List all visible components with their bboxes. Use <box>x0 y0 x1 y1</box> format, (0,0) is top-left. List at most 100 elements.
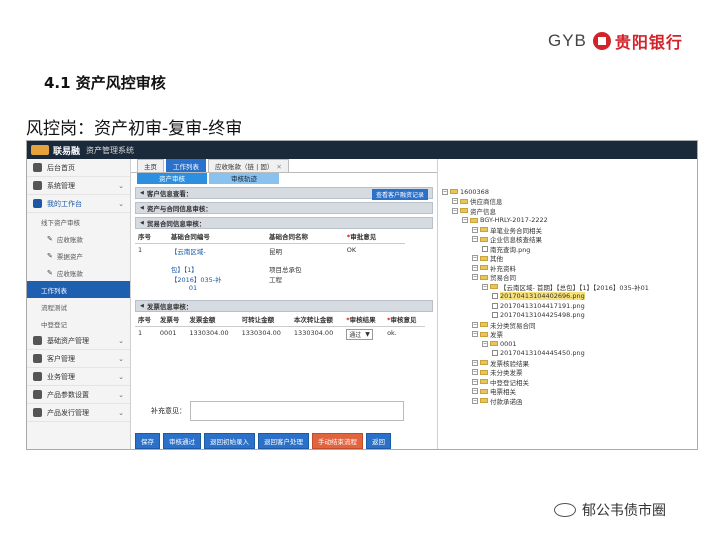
folder-icon <box>480 265 488 271</box>
tree-node-label: 发票核验结果 <box>490 359 529 368</box>
sidebar-item-home[interactable]: 后台首页 <box>27 159 130 177</box>
sidebar-item-flow-test[interactable]: 流程测试 <box>27 298 130 315</box>
tree-folder[interactable]: − 0001 <box>438 339 697 349</box>
expand-toggle-icon[interactable]: − <box>472 369 478 376</box>
tree-node-label: 20170413104445450.png <box>500 349 585 358</box>
sidebar-item-worklist[interactable]: 工作列表 <box>27 281 130 298</box>
audit-result-select[interactable]: 通过 ▼ <box>346 329 373 340</box>
tree-folder[interactable]: − 资产信息 <box>438 206 697 216</box>
expand-toggle-icon[interactable]: − <box>472 264 478 271</box>
table-header-row: 序号 发票号 发票金额 可转让金额 本次转让金额 *审核结果 *审核意见 <box>135 312 425 327</box>
tab-home[interactable]: 主页 <box>137 159 164 172</box>
tab-worklist[interactable]: 工作列表 <box>166 159 206 172</box>
tree-folder[interactable]: − 补充资料 <box>438 263 697 273</box>
expand-toggle-icon[interactable]: − <box>462 217 468 224</box>
main-panel: 主页 工作列表 应收账款（链 | 固） ✕ 资产审核 审核轨迹 ◀ 客户信息查看：… <box>131 159 437 449</box>
tree-file[interactable]: 20170413104445450.png <box>438 349 697 359</box>
contract-code-link[interactable]: 【云南区域- 包】【1】 【2016】035-补 01 <box>168 244 266 295</box>
expand-toggle-icon[interactable]: − <box>452 207 458 214</box>
tree-folder[interactable]: − 【云南区域- 首期】【总包】【1】【2016】035-补01 <box>438 282 697 292</box>
expand-toggle-icon[interactable]: − <box>472 378 478 385</box>
tree-folder[interactable]: − 未分类发票 <box>438 368 697 377</box>
sidebar-item-product-params[interactable]: 产品参数设置 ⌄ <box>27 386 130 404</box>
expand-toggle-icon[interactable]: − <box>452 198 458 205</box>
expand-toggle-icon[interactable]: − <box>472 236 478 243</box>
tree-node-label: 补充资料 <box>490 264 516 273</box>
dashboard-icon <box>33 163 42 172</box>
section-invoice-review[interactable]: ◀ 发票信息审核： <box>135 300 433 312</box>
folder-icon <box>480 274 488 280</box>
sidebar-item-business[interactable]: 业务管理 ⌄ <box>27 368 130 386</box>
tree-folder[interactable]: − 1600368 <box>438 187 697 197</box>
slide-title: 4.1 资产风控审核 <box>44 74 166 92</box>
tree-file[interactable]: 20170413104425498.png <box>438 311 697 321</box>
financing-history-button[interactable]: 查看客户融资记录 <box>371 189 428 200</box>
save-button[interactable]: 保存 <box>135 433 160 449</box>
sidebar-item-customers[interactable]: 客户管理 ⌄ <box>27 350 130 368</box>
expand-toggle-icon[interactable]: − <box>472 359 478 366</box>
tree-node-label: 供应商信息 <box>470 198 503 207</box>
column-header: 基础合同编号 <box>167 229 266 244</box>
sidebar-item-product-issue[interactable]: 产品发行管理 ⌄ <box>27 404 130 422</box>
expand-toggle-icon[interactable]: − <box>482 283 488 290</box>
tree-folder[interactable]: − 发票核验结果 <box>438 358 697 368</box>
tree-file[interactable]: 20170413104417191.png <box>438 301 697 311</box>
tree-folder[interactable]: − 发票 <box>438 330 697 339</box>
tree-folder[interactable]: − 电票相关 <box>438 387 697 396</box>
tree-file[interactable]: 南充查询.png <box>438 244 697 254</box>
wechat-icon <box>554 503 576 517</box>
expand-toggle-icon[interactable]: − <box>472 255 478 262</box>
section-customer-info[interactable]: ◀ 客户信息查看： 查看客户融资记录 <box>135 187 433 200</box>
sidebar-item-workbench[interactable]: 我的工作台 ⌄ <box>27 195 130 213</box>
tree-folder[interactable]: − 单笔业务合同相关 <box>438 225 697 235</box>
tree-folder[interactable]: − 供应商信息 <box>438 197 697 207</box>
tab-review-track[interactable]: 审核轨迹 <box>209 173 279 184</box>
tree-folder[interactable]: − 付款承诺函 <box>438 396 697 406</box>
supplement-input[interactable] <box>190 401 404 421</box>
chevron-down-icon: ▼ <box>365 331 370 338</box>
invoice-no-link[interactable]: 0001 <box>157 327 186 343</box>
back-button[interactable]: 返回 <box>366 433 391 449</box>
tree-file[interactable]: 20170413104402696.png <box>438 292 697 302</box>
return-to-customer-button[interactable]: 退回客户处理 <box>258 433 309 449</box>
sidebar-item-offline-audit[interactable]: 线下资产审核 <box>27 213 130 230</box>
folder-icon <box>480 360 488 366</box>
tree-folder[interactable]: − BGY-HRLY-2017-2222 <box>438 216 697 226</box>
tree-folder[interactable]: − 未分类贸易合同 <box>438 320 697 330</box>
tree-node-label: 其他 <box>490 255 503 264</box>
tree-folder[interactable]: − 中登登记相关 <box>438 377 697 387</box>
tree-folder[interactable]: − 企业信息核查结果 <box>438 235 697 244</box>
cell-this-transfer: 1330304.00 <box>293 329 334 337</box>
table-header-row: 序号 基础合同编号 基础合同名称 *审批意见 <box>135 229 405 244</box>
approve-button[interactable]: 审核通过 <box>163 433 201 449</box>
expand-toggle-icon[interactable]: − <box>472 388 478 395</box>
sidebar-item-receivable-1[interactable]: ✎ 应收账款 <box>27 230 130 247</box>
sidebar-item-label: 客户管理 <box>47 354 75 363</box>
section-contract-review[interactable]: ◀ 资产与合同信息审核： <box>135 202 433 214</box>
expand-toggle-icon[interactable]: − <box>472 226 478 233</box>
return-to-entry-button[interactable]: 退回初始录入 <box>204 433 255 449</box>
invoice-table: 序号 发票号 发票金额 可转让金额 本次转让金额 *审核结果 *审核意见 1 0… <box>135 312 425 342</box>
sidebar-item-system[interactable]: 系统管理 ⌄ <box>27 177 130 195</box>
tab-receivable[interactable]: 应收账款（链 | 固） ✕ <box>208 159 289 172</box>
end-flow-button[interactable]: 手动结束流程 <box>312 433 363 449</box>
sidebar-item-receivable-2[interactable]: ✎ 应收账款 <box>27 264 130 281</box>
tree-node-label: 20170413104425498.png <box>500 311 585 320</box>
section-trade-contract[interactable]: ◀ 贸易合同信息审核： <box>135 217 433 229</box>
tree-folder[interactable]: − 其他 <box>438 254 697 264</box>
tab-asset-review[interactable]: 资产审核 <box>137 173 207 184</box>
gear-icon <box>33 390 42 399</box>
expand-toggle-icon[interactable]: − <box>482 340 488 347</box>
sidebar-item-base-assets[interactable]: 基础资产管理 ⌄ <box>27 332 130 350</box>
expand-toggle-icon[interactable]: − <box>472 321 478 328</box>
sidebar-item-registry[interactable]: 中登登记 <box>27 315 130 332</box>
expand-toggle-icon[interactable]: − <box>472 331 478 338</box>
folder-icon <box>490 341 498 347</box>
tree-folder[interactable]: − 贸易合同 <box>438 273 697 282</box>
expand-toggle-icon[interactable]: − <box>472 274 478 281</box>
expand-toggle-icon[interactable]: − <box>442 188 448 195</box>
sidebar-item-bill-assets[interactable]: ✎ 票据资产 <box>27 247 130 264</box>
close-icon[interactable]: ✕ <box>276 163 281 171</box>
column-header: *审核意见 <box>384 312 425 327</box>
expand-toggle-icon[interactable]: − <box>472 397 478 404</box>
